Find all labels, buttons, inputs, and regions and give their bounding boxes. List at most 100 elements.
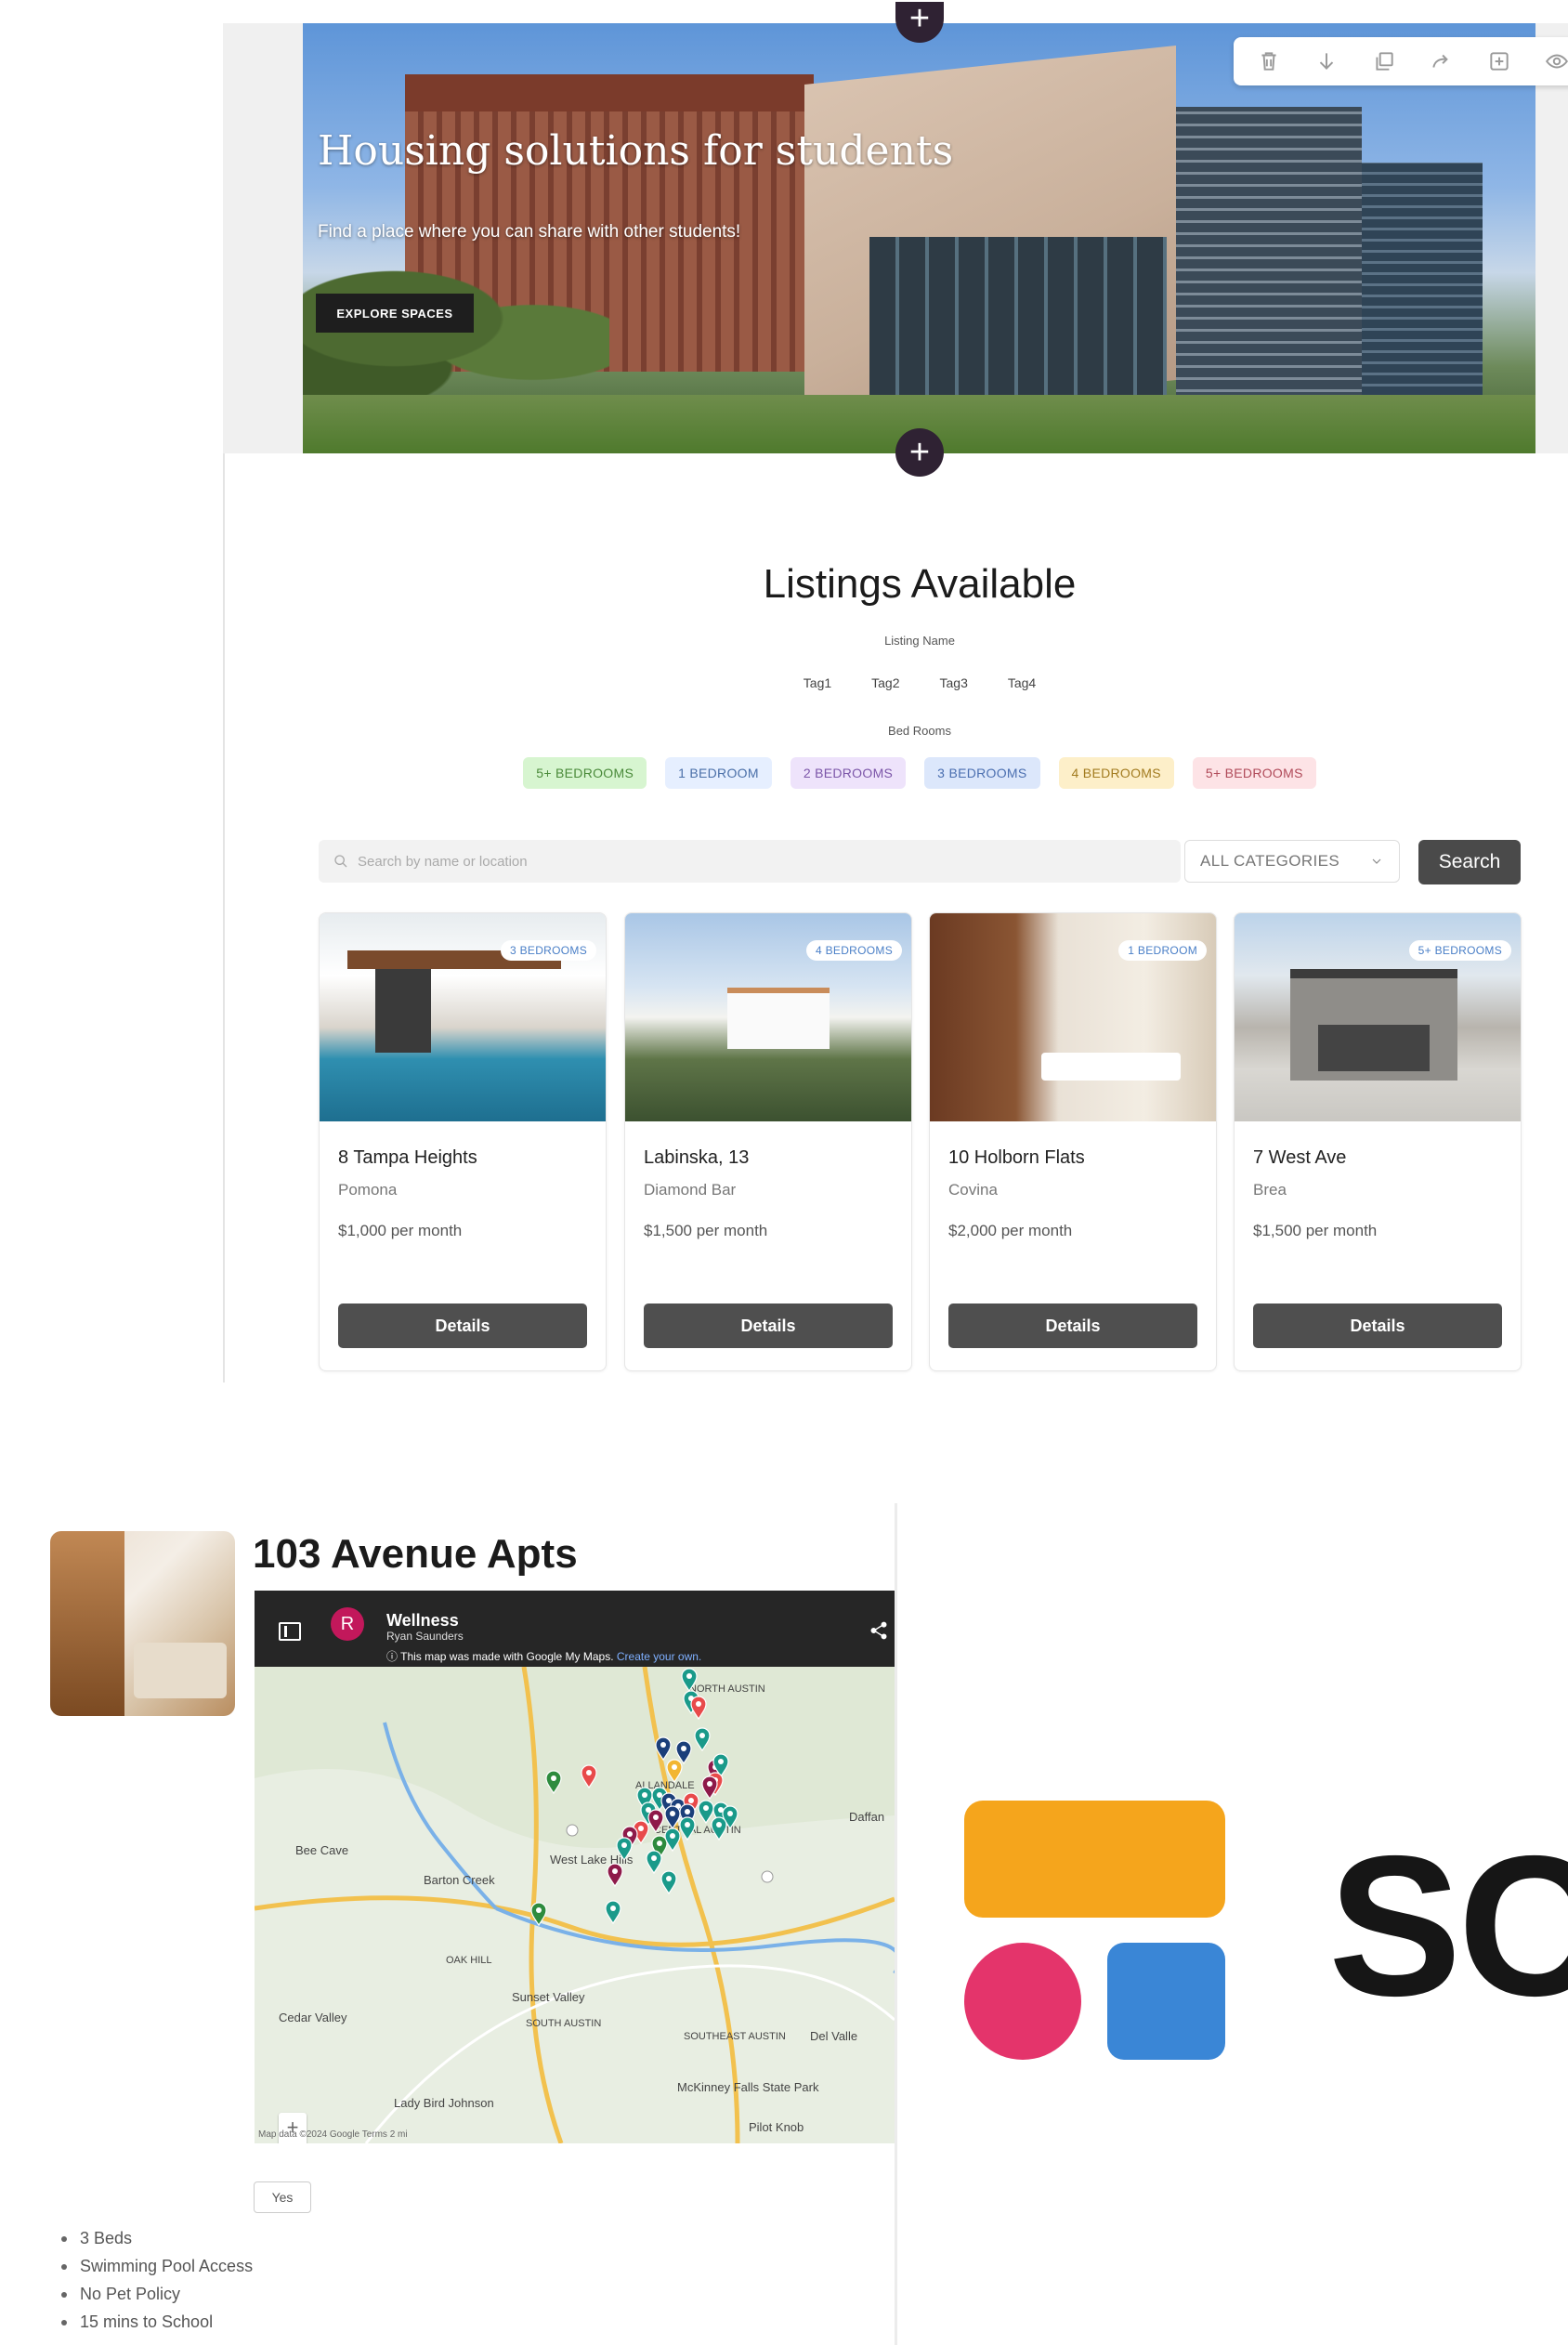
logo-blue-square <box>1107 1943 1225 2060</box>
listing-price: $1,500 per month <box>644 1222 768 1239</box>
zoom-out-button[interactable]: − <box>279 2142 307 2143</box>
logo-pink-circle <box>964 1943 1081 2060</box>
eye-icon[interactable] <box>1544 48 1568 74</box>
listing-city: Pomona <box>338 1181 398 1199</box>
details-button[interactable]: Details <box>644 1304 893 1348</box>
bedrooms-label: Bed Rooms <box>888 724 951 738</box>
bedroom-chip[interactable]: 5+ BEDROOMS <box>1192 757 1316 789</box>
map-pin[interactable] <box>655 1736 672 1762</box>
search-placeholder: Search by name or location <box>358 853 528 870</box>
yes-button[interactable]: Yes <box>254 2181 311 2213</box>
column-divider <box>895 1503 897 2345</box>
tag-filter[interactable]: Tag1 <box>804 675 831 690</box>
map-pin[interactable] <box>646 1850 662 1875</box>
bedroom-badge: 4 BEDROOMS <box>805 940 902 961</box>
list-item: 15 mins to School <box>56 2308 253 2336</box>
category-select-value: ALL CATEGORIES <box>1200 852 1340 870</box>
map-pin[interactable] <box>664 1805 681 1830</box>
bedroom-chip[interactable]: 5+ BEDROOMS <box>523 757 647 789</box>
listing-image[interactable]: 1 BEDROOM <box>930 913 1216 1121</box>
listing-city: Diamond Bar <box>644 1181 737 1199</box>
map-pin[interactable] <box>660 1870 677 1895</box>
tag-filter[interactable]: Tag2 <box>871 675 899 690</box>
details-button[interactable]: Details <box>948 1304 1197 1348</box>
map-pin[interactable] <box>698 1800 714 1825</box>
bedroom-badge: 5+ BEDROOMS <box>1408 940 1511 961</box>
plus-icon: + <box>908 0 931 38</box>
redo-icon[interactable] <box>1429 48 1455 74</box>
map-note-text: This map was made with Google My Maps. <box>400 1650 614 1663</box>
share-icon[interactable] <box>869 1620 889 1641</box>
listing-card[interactable]: 4 BEDROOMS Labinska, 13 Diamond Bar $1,5… <box>624 912 912 1371</box>
list-item: Swimming Pool Access <box>56 2252 253 2280</box>
map-header: R Wellness Ryan Saunders ⓘ This map was … <box>255 1591 895 1667</box>
bedroom-chip[interactable]: 1 BEDROOM <box>665 757 772 789</box>
tag-filter[interactable]: Tag3 <box>940 675 968 690</box>
map-pin[interactable] <box>607 1863 623 1888</box>
explore-spaces-button[interactable]: EXPLORE SPACES <box>316 294 474 333</box>
arrow-down-icon[interactable] <box>1313 48 1339 74</box>
add-section-below-button[interactable]: + <box>895 428 944 477</box>
hero-title: Housing solutions for students <box>318 127 954 175</box>
map-pin[interactable] <box>616 1837 633 1862</box>
details-button[interactable]: Details <box>1253 1304 1502 1348</box>
listing-image[interactable]: 3 BEDROOMS <box>320 913 606 1121</box>
bedroom-chip[interactable]: 4 BEDROOMS <box>1058 757 1174 789</box>
listing-card[interactable]: 1 BEDROOM 10 Holborn Flats Covina $2,000… <box>929 912 1217 1371</box>
map-pin[interactable] <box>675 1740 692 1765</box>
map-pin[interactable] <box>530 1902 547 1927</box>
category-select[interactable]: ALL CATEGORIES <box>1184 840 1400 883</box>
villa <box>727 988 830 1049</box>
hero-image-trees <box>303 255 609 413</box>
map-canvas[interactable]: Bee Cave Barton Creek West Lake Hills Ce… <box>255 1666 895 2143</box>
create-map-link[interactable]: Create your own. <box>617 1650 701 1663</box>
tag-filter-row: Tag1 Tag2 Tag3 Tag4 <box>0 675 1568 690</box>
duplicate-icon[interactable] <box>1371 48 1397 74</box>
map-pin[interactable] <box>664 1828 681 1853</box>
map-pin[interactable] <box>694 1727 711 1752</box>
map-pin[interactable] <box>581 1764 597 1789</box>
chevron-down-icon <box>1372 858 1381 864</box>
listing-image[interactable]: 4 BEDROOMS <box>625 913 911 1121</box>
staircase <box>50 1531 124 1716</box>
hero-image-glass-facade <box>869 237 1167 404</box>
listing-card[interactable]: 3 BEDROOMS 8 Tampa Heights Pomona $1,000… <box>319 912 607 1371</box>
bedroom-chip[interactable]: 2 BEDROOMS <box>790 757 907 789</box>
map-pin[interactable] <box>647 1809 664 1834</box>
listing-city: Brea <box>1253 1181 1287 1199</box>
sidebar-toggle-icon[interactable] <box>279 1622 301 1641</box>
search-button[interactable]: Search <box>1418 840 1521 884</box>
dining-table <box>1041 1053 1181 1081</box>
listing-title: 8 Tampa Heights <box>338 1147 477 1168</box>
apartment-thumbnail[interactable] <box>50 1531 235 1716</box>
hero-image-right-building <box>1176 107 1362 413</box>
listing-name-label: Listing Name <box>884 634 955 648</box>
bedroom-chip-row: 5+ BEDROOMS 1 BEDROOM 2 BEDROOMS 3 BEDRO… <box>0 757 1568 789</box>
map-pin[interactable] <box>681 1668 698 1693</box>
trash-icon[interactable] <box>1256 48 1282 74</box>
tag-filter[interactable]: Tag4 <box>1008 675 1036 690</box>
map-pin[interactable] <box>690 1696 707 1721</box>
details-button[interactable]: Details <box>338 1304 587 1348</box>
bedroom-badge: 3 BEDROOMS <box>500 940 596 961</box>
sofa <box>134 1643 227 1698</box>
map-footer: Map data ©2024 Google Terms 2 mi <box>258 2129 408 2140</box>
list-item: No Pet Policy <box>56 2280 253 2308</box>
listing-image[interactable]: 5+ BEDROOMS <box>1235 913 1521 1121</box>
listing-price: $2,000 per month <box>948 1222 1073 1239</box>
avatar: R <box>331 1607 364 1641</box>
search-input[interactable]: Search by name or location <box>319 840 1181 883</box>
feature-list: 3 Beds Swimming Pool Access No Pet Polic… <box>56 2224 253 2336</box>
map-pin[interactable] <box>679 1816 696 1841</box>
listing-title: Labinska, 13 <box>644 1147 750 1168</box>
listing-card[interactable]: 5+ BEDROOMS 7 West Ave Brea $1,500 per m… <box>1234 912 1522 1371</box>
map-pin[interactable] <box>545 1770 562 1795</box>
map-pin[interactable] <box>666 1759 683 1784</box>
bedroom-chip[interactable]: 3 BEDROOMS <box>924 757 1040 789</box>
map-pin[interactable] <box>711 1816 727 1841</box>
add-block-icon[interactable] <box>1486 48 1512 74</box>
embedded-map[interactable]: R Wellness Ryan Saunders ⓘ This map was … <box>255 1591 895 2143</box>
list-item: 3 Beds <box>56 2224 253 2252</box>
listing-city: Covina <box>948 1181 998 1199</box>
map-pin[interactable] <box>605 1900 621 1925</box>
